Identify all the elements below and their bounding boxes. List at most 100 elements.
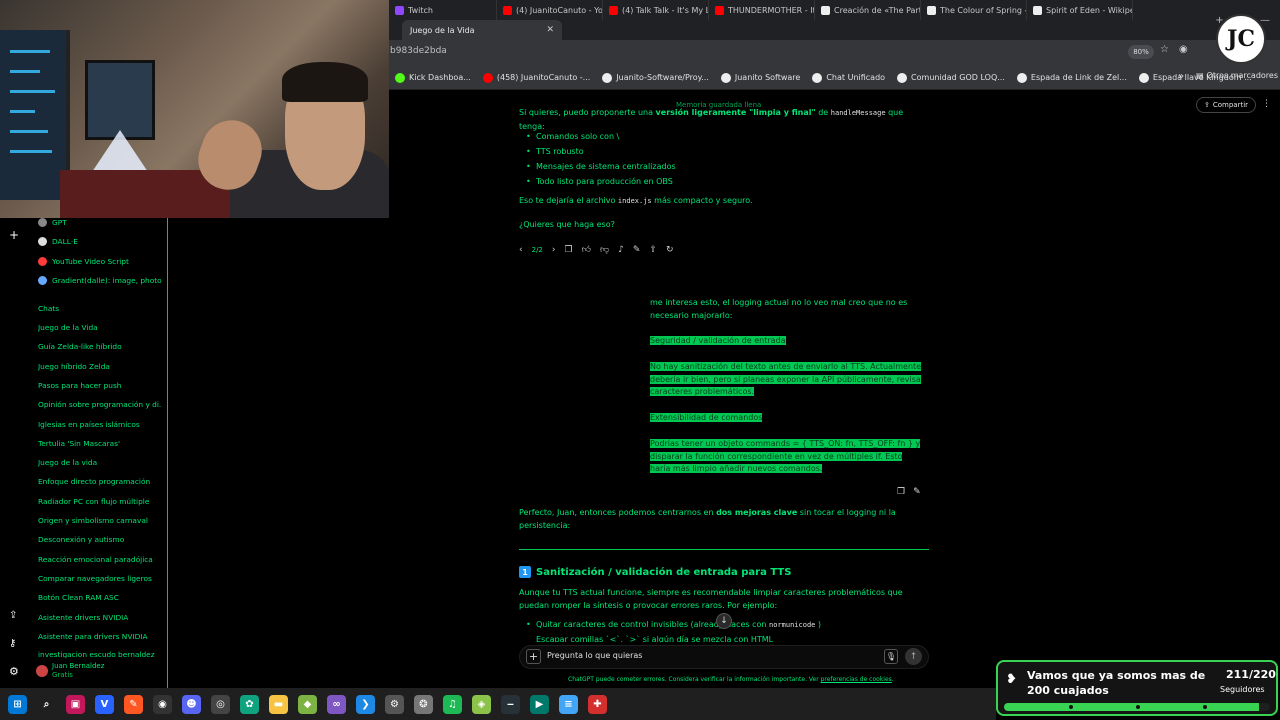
app-circle-icon[interactable]: ◎ — [211, 694, 230, 714]
sidebar-chat-item[interactable]: Iglesias en países islámicos — [38, 420, 162, 429]
obs-icon[interactable]: ◉ — [153, 694, 172, 714]
discord-icon[interactable]: ☻ — [182, 694, 201, 714]
sidebar-gpt-item[interactable]: DALL·E — [38, 237, 162, 247]
settings-hub-icon[interactable]: ⚙ — [385, 694, 404, 714]
folder-icon[interactable]: ▬ — [269, 694, 288, 714]
browser-tab[interactable]: THUNDERMOTHER - It — [709, 0, 815, 20]
windows-start-icon[interactable]: ⊞ — [8, 694, 27, 714]
bookmark-label: (458) JuanitoCanuto -... — [496, 73, 591, 82]
chatgpt-icon[interactable]: ✿ — [240, 694, 259, 714]
bookmark-item[interactable]: (458) JuanitoCanuto -... — [477, 72, 596, 83]
user-account[interactable]: Juan Bernaldez Gratis — [36, 662, 104, 680]
spotify-icon[interactable]: ♫ — [443, 694, 462, 714]
streamer-hair — [282, 62, 368, 102]
prev-version-icon[interactable]: ‹ — [519, 245, 523, 255]
app-dash-icon[interactable]: ‒ — [501, 694, 520, 714]
zoom-badge[interactable]: 80% — [1128, 45, 1154, 59]
sidebar-chat-item[interactable]: Radiador PC con flujo múltiple — [38, 497, 162, 506]
app-cube-icon[interactable]: ◆ — [298, 694, 317, 714]
other-bookmarks[interactable]: ▤ Otros marcadores — [1196, 71, 1278, 80]
bookmark-item[interactable]: Juanito Software — [715, 72, 806, 83]
vscode-icon[interactable]: ❯ — [356, 694, 375, 714]
sidebar-gpt-item[interactable]: Gradient(dalle): image, photo... — [38, 275, 162, 285]
sidebar-chat-item[interactable]: investigacion escudo bernaldez — [38, 651, 162, 658]
list-item: TTS robusto — [526, 145, 584, 158]
more-options-icon[interactable]: ⋮ — [1262, 99, 1271, 109]
sidebar-chat-item[interactable]: Enfoque directo programación — [38, 477, 162, 486]
list-item: Comandos solo con \ — [526, 130, 619, 143]
sidebar-chat-item[interactable]: Botón Clean RAM ASC — [38, 593, 162, 602]
visual-studio-icon[interactable]: ∞ — [327, 694, 346, 714]
copy-icon[interactable]: ❐ — [564, 245, 572, 255]
bookmark-item[interactable]: Comunidad GOD LOQ... — [891, 72, 1011, 83]
notepad-icon[interactable]: ≡ — [559, 694, 578, 714]
pdf-icon[interactable]: ✚ — [588, 694, 607, 714]
thumbs-down-icon[interactable]: 👎︎ — [600, 245, 609, 255]
sidebar-chat-item[interactable]: Tertulia 'Sin Mascaras' — [38, 439, 162, 448]
url-text[interactable]: b983de2bda — [390, 46, 447, 56]
browser-tab[interactable]: (4) JuanitoCanuto - Yo — [497, 0, 603, 20]
edit-icon[interactable]: ✎ — [633, 245, 641, 255]
user-avatar — [36, 665, 48, 677]
sidebar-chat-item[interactable]: Comparar navegadores ligeros — [38, 574, 162, 583]
bookmark-item[interactable]: Chat Unificado — [806, 72, 891, 83]
bookmark-favicon-icon — [1138, 72, 1149, 83]
settings-icon[interactable]: ⚙ — [9, 665, 19, 678]
upgrade-icon[interactable]: ⇪ — [9, 610, 17, 621]
share-message-icon[interactable]: ⇧ — [649, 245, 657, 255]
number-badge: 1 — [519, 566, 531, 578]
bookmark-item[interactable]: Espada de Link de Zel... — [1011, 72, 1133, 83]
sidebar-chat-item[interactable]: Opinión sobre programación y di... — [38, 400, 162, 409]
share-button[interactable]: ⇪ Compartir — [1196, 97, 1256, 113]
read-aloud-icon[interactable]: ♪ — [618, 245, 624, 255]
thumbs-up-icon[interactable]: 👍︎ — [582, 245, 591, 255]
bookmark-item[interactable]: Juanito-Software/Proy... — [596, 72, 715, 83]
profile-icon[interactable]: ◉ — [1179, 44, 1188, 55]
vivaldi-icon[interactable]: V — [95, 694, 114, 714]
app-orange-icon[interactable]: ✎ — [124, 694, 143, 714]
bookmark-label: Kick Dashboa... — [409, 73, 471, 82]
edit-icon[interactable]: ✎ — [913, 487, 921, 497]
sidebar-chat-item[interactable]: Origen y simbolismo carnaval — [38, 516, 162, 525]
sidebar-chat-item[interactable]: Juego de la vida — [38, 458, 162, 467]
attach-button[interactable]: + — [526, 649, 541, 664]
tab-favicon-icon — [395, 5, 404, 15]
active-tab[interactable]: Juego de la Vida ✕ — [402, 20, 562, 40]
sidebar-gpt-item[interactable]: YouTube Video Script — [38, 256, 162, 266]
app-wheel-icon[interactable]: ❂ — [414, 694, 433, 714]
browser-tab[interactable]: Twitch — [389, 0, 497, 20]
key-icon[interactable]: ⚷ — [9, 638, 16, 649]
close-tab-icon[interactable]: ✕ — [546, 25, 554, 35]
bookmark-star-icon[interactable]: ☆ — [1160, 44, 1169, 55]
bookmark-item[interactable]: Kick Dashboa... — [389, 72, 477, 83]
send-button[interactable]: ↑ — [905, 648, 922, 665]
sidebar-chat-item[interactable]: Desconexión y autismo — [38, 535, 162, 544]
app-diamond-icon[interactable]: ◈ — [472, 694, 491, 714]
tab-favicon-icon — [927, 5, 936, 15]
sidebar-chat-item[interactable]: Asistente para drivers NVIDIA — [38, 632, 162, 641]
sidebar-chat-item[interactable]: Juego híbrido Zelda — [38, 362, 162, 371]
regenerate-icon[interactable]: ↻ — [666, 245, 674, 255]
sidebar-chat-item[interactable]: Juego de la Vida — [38, 323, 162, 332]
sidebar-chat-item[interactable]: Asistente drivers NVIDIA — [38, 613, 162, 622]
sidebar-item-label: GPT — [52, 218, 67, 227]
new-chat-icon[interactable]: + — [9, 228, 19, 242]
browser-tab[interactable]: (4) Talk Talk - It's My Li — [603, 0, 709, 20]
sidebar-chat-item[interactable]: Pasos para hacer push — [38, 381, 162, 390]
copy-icon[interactable]: ❐ — [897, 487, 905, 497]
more-bookmarks-icon[interactable]: » — [1178, 71, 1184, 82]
cookie-preferences-link[interactable]: preferencias de cookies — [821, 676, 892, 683]
browser-tab[interactable]: Spirit of Eden - Wikipe — [1027, 0, 1133, 20]
sidebar-chat-item[interactable]: Reacción emocional paradójica — [38, 555, 162, 564]
microphone-button[interactable]: 🎙︎ — [884, 649, 898, 664]
terminal-icon[interactable]: ▶ — [530, 694, 549, 714]
prompt-placeholder[interactable]: Pregunta lo que quieras — [547, 651, 642, 660]
scroll-down-button[interactable]: ↓ — [716, 613, 732, 629]
browser-tab[interactable]: Creación de «The Party — [815, 0, 921, 20]
next-version-icon[interactable]: › — [552, 245, 556, 255]
sidebar-chat-item[interactable]: Guía Zelda-like híbrido — [38, 342, 162, 351]
sidebar-gpt-item[interactable]: GPT — [38, 218, 162, 227]
app-red-icon[interactable]: ▣ — [66, 694, 85, 714]
search-icon[interactable]: ⌕ — [37, 694, 56, 714]
browser-tab[interactable]: The Colour of Spring - — [921, 0, 1027, 20]
